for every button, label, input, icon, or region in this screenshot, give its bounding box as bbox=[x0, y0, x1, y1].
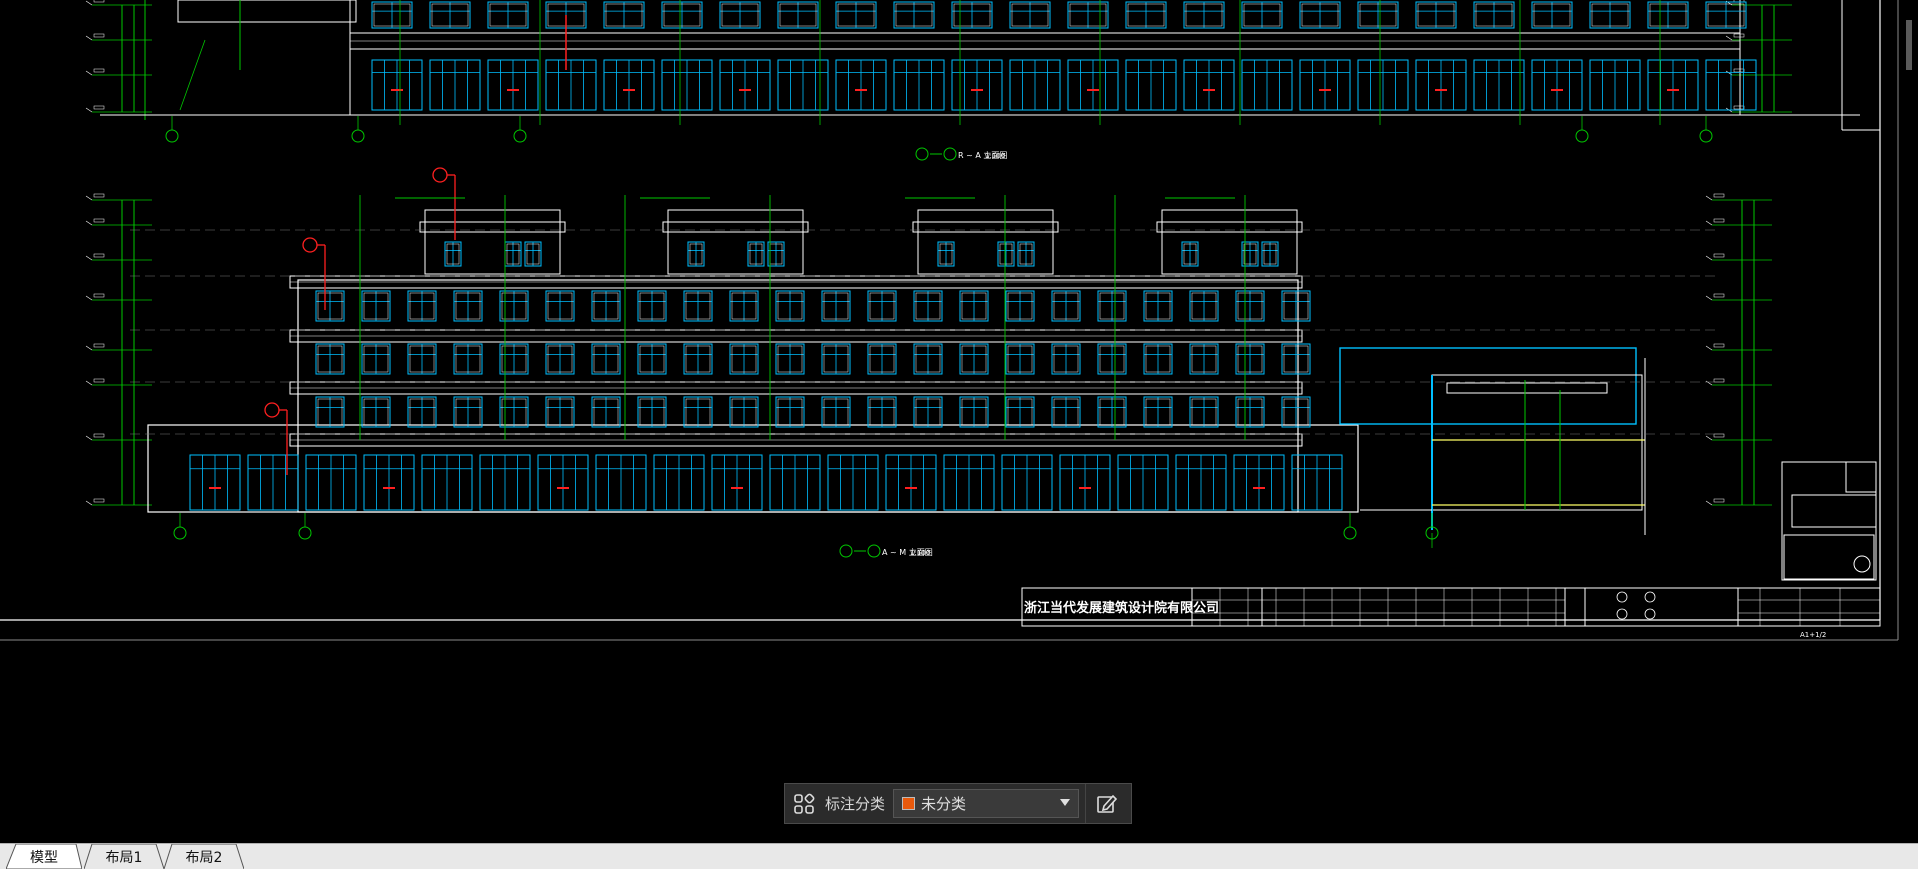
layout-tab-bar: 模型 布局1 布局2 bbox=[0, 843, 1918, 869]
tab-model-label: 模型 bbox=[30, 849, 58, 866]
annotation-toolbar: 标注分类 未分类 bbox=[784, 783, 1132, 824]
sheet-size: A1+1/2 bbox=[1800, 631, 1826, 639]
tab-model[interactable]: 模型 bbox=[6, 844, 82, 869]
upper-ratio-text: 1:100 bbox=[985, 152, 1005, 160]
annotation-category-label: 标注分类 bbox=[825, 795, 886, 813]
category-color-swatch bbox=[902, 797, 916, 810]
lower-ratio-text: 1:100 bbox=[910, 549, 930, 557]
edit-note-icon[interactable] bbox=[1085, 784, 1126, 823]
chevron-down-icon bbox=[1060, 799, 1071, 806]
tab-layout-1[interactable]: 布局1 bbox=[84, 844, 164, 869]
cad-drawing-canvas[interactable]: R ~ A 立面图 1:100 A ~ M 立面图 1:100 浙江当代发展建筑… bbox=[0, 0, 1918, 843]
tab-layout-2[interactable]: 布局2 bbox=[164, 844, 244, 869]
company-name: 浙江当代发展建筑设计院有限公司 bbox=[1024, 600, 1219, 616]
tab-layout-2-label: 布局2 bbox=[185, 849, 223, 866]
category-dropdown[interactable]: 未分类 bbox=[893, 789, 1080, 818]
grid-app-icon[interactable] bbox=[785, 784, 823, 823]
category-dropdown-value: 未分类 bbox=[921, 795, 967, 813]
tab-layout-1-label: 布局1 bbox=[105, 849, 143, 866]
